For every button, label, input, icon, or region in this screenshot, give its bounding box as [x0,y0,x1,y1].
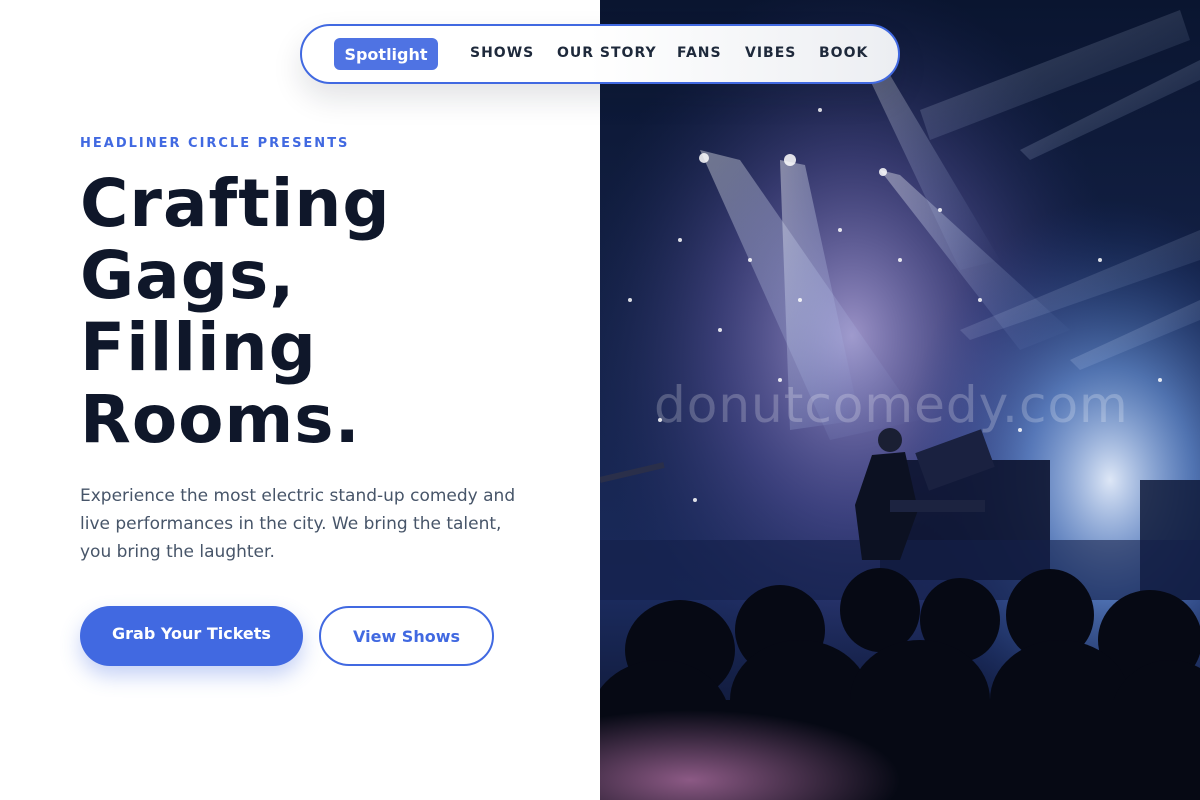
nav-item-our-story[interactable]: OUR STORY [557,45,657,61]
headline-line: Gags, [80,237,296,314]
nav-item-book[interactable]: BOOK [819,45,868,61]
hero-concert-image: donutcomedy.com [600,0,1200,800]
nav-item-vibes[interactable]: VIBES [745,45,796,61]
grab-tickets-label: Grab Your Tickets [112,623,271,643]
headline-line: Rooms. [80,381,361,458]
headline-line: Crafting [80,165,391,242]
headline-line: Filling [80,309,317,386]
nav-item-spotlight[interactable]: Spotlight [334,38,438,70]
nav-item-fans[interactable]: FANS [677,45,722,61]
watermark-text: donutcomedy.com [654,376,1129,434]
hero-content: HEADLINER CIRCLE PRESENTS Crafting Gags,… [0,0,600,800]
view-shows-label: View Shows [353,626,460,646]
hero-headline: Crafting Gags, Filling Rooms. [80,168,540,456]
hero-eyebrow: HEADLINER CIRCLE PRESENTS [80,136,350,151]
view-shows-button[interactable]: View Shows [319,606,494,666]
hero-description: Experience the most electric stand-up co… [80,486,516,562]
nav-item-shows[interactable]: SHOWS [470,45,534,61]
top-nav: Spotlight SHOWS OUR STORY FANS VIBES BOO… [300,24,900,84]
grab-tickets-button[interactable]: Grab Your Tickets [80,606,303,666]
